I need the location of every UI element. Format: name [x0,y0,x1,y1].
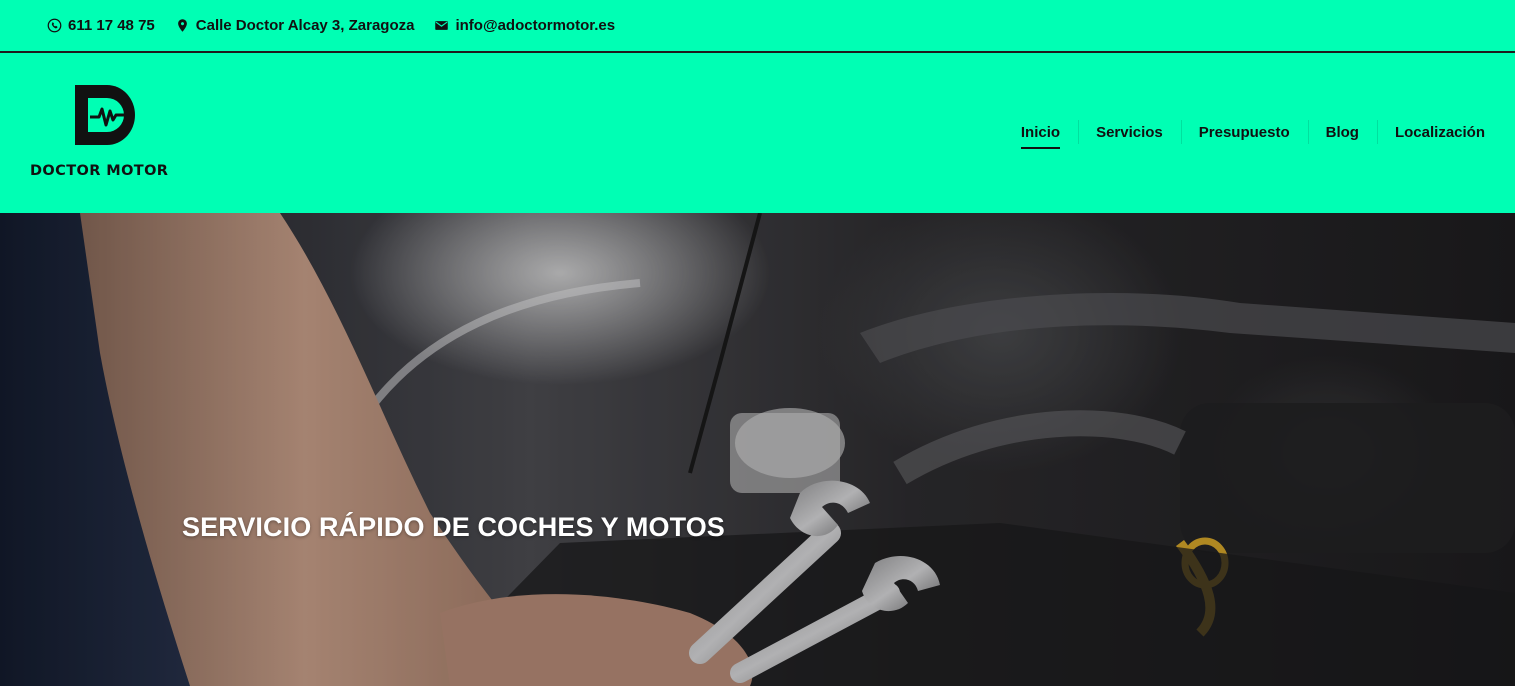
phone-number: 611 17 48 75 [68,17,155,34]
logo-mark-icon [75,85,135,145]
address-contact[interactable]: Calle Doctor Alcay 3, Zaragoza [175,17,415,34]
email-contact[interactable]: info@adoctormotor.es [434,17,615,34]
doctor-motor-logo[interactable]: DOCTOR MOTOR [30,85,192,181]
address-text: Calle Doctor Alcay 3, Zaragoza [195,17,415,34]
hero-title: SERVICIO RÁPIDO DE COCHES Y MOTOS [182,512,725,542]
nav-item-servicios[interactable]: Servicios [1078,117,1181,147]
nav-item-presupuesto[interactable]: Presupuesto [1180,117,1308,147]
main-navigation: Inicio Servicios Presupuesto Blog Locali… [1003,117,1503,149]
phone-icon [47,18,62,33]
engine-repair-photo [0,213,1515,686]
nav-item-inicio[interactable]: Inicio [1003,117,1078,149]
email-address: info@adoctormotor.es [455,17,616,34]
nav-item-blog[interactable]: Blog [1307,117,1377,147]
brand-name: DOCTOR MOTOR [30,163,169,179]
nav-item-localizacion[interactable]: Localización [1376,117,1503,147]
contact-bar: 611 17 48 75 Calle Doctor Alcay 3, Zarag… [0,0,1515,53]
site-header: DOCTOR MOTOR Inicio Servicios Presupuest… [0,53,1515,213]
envelope-icon [435,21,449,30]
phone-contact[interactable]: 611 17 48 75 [47,17,155,34]
hero-banner: SERVICIO RÁPIDO DE COCHES Y MOTOS [0,213,1515,686]
location-pin-icon [177,19,187,32]
